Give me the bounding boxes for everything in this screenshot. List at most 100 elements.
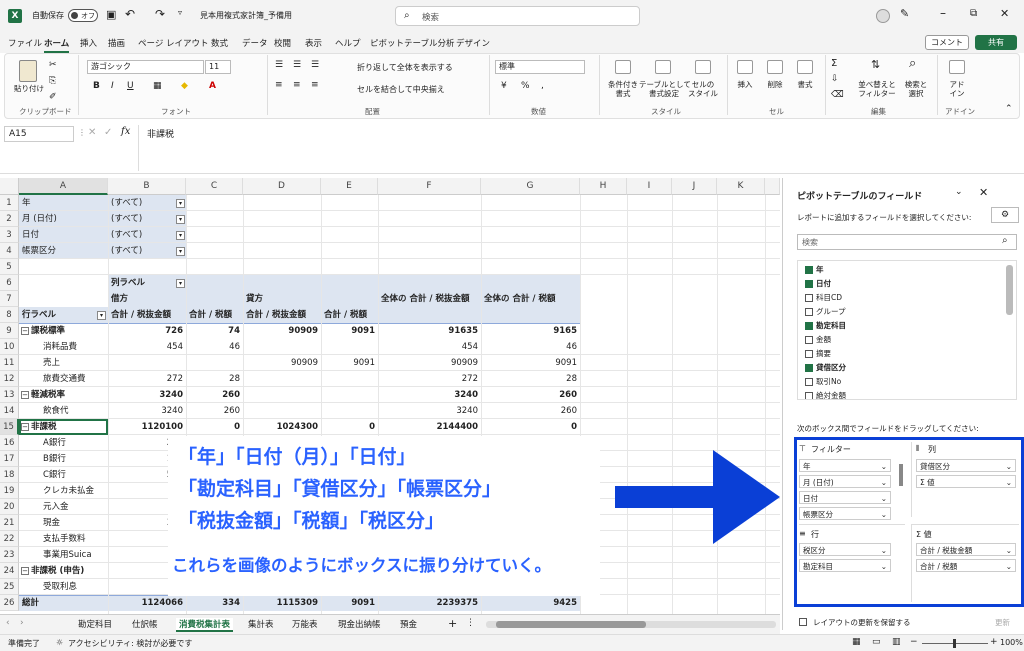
row-header[interactable]: 24 <box>0 563 19 579</box>
conditional-format-icon[interactable] <box>615 60 631 74</box>
cell-f15[interactable]: 2144400 <box>378 419 481 435</box>
area-item[interactable]: 日付 ⌄ <box>799 491 891 504</box>
autosum-icon[interactable]: Σ <box>831 58 837 69</box>
col-label-dropdown[interactable]: ▾ <box>176 279 185 288</box>
row-header[interactable]: 6 <box>0 275 19 291</box>
row-label-dropdown[interactable]: ▾ <box>97 311 106 320</box>
sheet-tab[interactable]: 万能表 <box>292 618 318 630</box>
defer-update-checkbox[interactable] <box>799 618 807 626</box>
insert-cells-icon[interactable] <box>737 60 753 74</box>
function-icon[interactable]: fx <box>121 126 130 137</box>
field-list-scrollbar[interactable] <box>1006 265 1013 315</box>
add-sheet-icon[interactable]: + <box>448 617 457 630</box>
cell-b6[interactable]: 列ラベル <box>108 275 186 291</box>
close-icon[interactable]: ✕ <box>1000 7 1009 20</box>
avatar[interactable] <box>876 9 890 23</box>
cell-f13[interactable]: 3240 <box>378 387 481 403</box>
cell-c12[interactable]: 28 <box>186 371 243 387</box>
cell-b10[interactable]: 454 <box>108 339 186 355</box>
row-area[interactable]: ≡ 行 税区分 ⌄ 勘定科目 ⌄ <box>799 524 905 602</box>
area-item[interactable]: 月 (日付) ⌄ <box>799 475 891 488</box>
cell-c13[interactable]: 260 <box>186 387 243 403</box>
cell-b13[interactable]: 3240 <box>108 387 186 403</box>
format-cells-icon[interactable] <box>797 60 813 74</box>
row-header[interactable]: 11 <box>0 355 19 371</box>
cell-g12[interactable]: 28 <box>481 371 580 387</box>
cell-e26[interactable]: 9091 <box>321 595 378 611</box>
underline-button[interactable]: U <box>127 81 134 91</box>
copy-icon[interactable]: ⎘ <box>49 76 56 86</box>
zoom-out-icon[interactable]: − <box>910 637 918 647</box>
undo-icon[interactable]: ↶ <box>125 7 135 21</box>
cell-d11[interactable]: 90909 <box>243 355 321 371</box>
cell-b2[interactable]: (すべて) <box>108 211 186 227</box>
file-name[interactable]: 見本用複式家計簿_予備用 <box>200 10 292 21</box>
area-item[interactable]: 帳票区分 ⌄ <box>799 507 891 520</box>
cell-d8[interactable]: 合計 / 税抜金額 <box>243 307 321 323</box>
field-item[interactable]: 取引No <box>805 375 841 389</box>
sheet-tab[interactable]: 現金出納帳 <box>338 618 381 630</box>
cell-a19[interactable]: クレカ未払金 <box>19 483 108 499</box>
zoom-level[interactable]: 100% <box>1000 638 1023 647</box>
cell-a10[interactable]: 消耗品費 <box>19 339 108 355</box>
field-item[interactable]: 摘要 <box>805 347 831 361</box>
field-search[interactable]: 検索 ⌕ <box>797 234 1017 250</box>
field-checkbox[interactable] <box>805 364 813 372</box>
area-item[interactable]: 税区分 ⌄ <box>799 543 891 556</box>
selected-cell[interactable] <box>19 419 108 435</box>
cell-f10[interactable]: 454 <box>378 339 481 355</box>
font-name-select[interactable]: 游ゴシック <box>87 60 204 74</box>
cell-a24[interactable]: 非課税 (申告) <box>19 563 108 579</box>
comment-button[interactable]: コメント <box>925 35 969 50</box>
row-header[interactable]: 12 <box>0 371 19 387</box>
cell-e8[interactable]: 合計 / 税額 <box>321 307 378 323</box>
copilot-icon[interactable]: ✎ <box>900 7 909 20</box>
cell-c15[interactable]: 0 <box>186 419 243 435</box>
filter-dropdown-month[interactable]: ▾ <box>176 215 185 224</box>
spreadsheet-grid[interactable]: A B C D E F G H I J K 1 2 3 4 5 6 7 8 9 10 11 12 13 1… <box>0 178 780 614</box>
chevron-down-icon[interactable]: ⌄ <box>1006 560 1012 573</box>
name-box[interactable]: A15 <box>4 126 74 142</box>
field-checkbox[interactable] <box>805 392 813 399</box>
cell-d7[interactable]: 貸方 <box>243 291 321 307</box>
area-item[interactable]: 合計 / 税抜金額 ⌄ <box>916 543 1016 556</box>
col-header-c[interactable]: C <box>186 178 243 195</box>
cell-b8[interactable]: 合計 / 税抜金額 <box>108 307 186 323</box>
align-bottom-icon[interactable]: ☰ <box>311 60 319 70</box>
update-button[interactable]: 更新 <box>995 617 1010 628</box>
cell-a1[interactable]: 年 <box>19 195 108 211</box>
cell-f12[interactable]: 272 <box>378 371 481 387</box>
pane-options-icon[interactable]: ⌄ <box>955 187 963 197</box>
row-header[interactable]: 2 <box>0 211 19 227</box>
field-item[interactable]: 勘定科目 <box>805 319 846 333</box>
row-header[interactable]: 8 <box>0 307 19 323</box>
row-header[interactable]: 19 <box>0 483 19 499</box>
cell-a3[interactable]: 日付 <box>19 227 108 243</box>
cell-a26[interactable]: 総計 <box>19 595 108 611</box>
area-item[interactable]: Σ 値 ⌄ <box>916 475 1016 488</box>
row-header[interactable]: 10 <box>0 339 19 355</box>
cell-f7[interactable]: 全体の 合計 / 税抜金額 <box>378 291 481 307</box>
cell-f14[interactable]: 3240 <box>378 403 481 419</box>
cell-g14[interactable]: 260 <box>481 403 580 419</box>
restore-icon[interactable]: ⧉ <box>970 8 977 19</box>
col-header-l[interactable] <box>765 178 780 195</box>
area-item[interactable]: 勘定科目 ⌄ <box>799 559 891 572</box>
col-header-a[interactable]: A <box>19 178 108 195</box>
col-header-f[interactable]: F <box>378 178 481 195</box>
cell-a12[interactable]: 旅費交通費 <box>19 371 108 387</box>
chevron-down-icon[interactable]: ⌄ <box>881 560 887 573</box>
chevron-down-icon[interactable]: ⌄ <box>881 492 887 505</box>
cell-e11[interactable]: 9091 <box>321 355 378 371</box>
tab-draw[interactable]: 描画 <box>108 37 125 49</box>
italic-button[interactable]: I <box>111 81 114 91</box>
sheet-tab[interactable]: 勘定科目 <box>78 618 112 630</box>
align-left-icon[interactable]: ≡ <box>275 80 283 90</box>
cell-f11[interactable]: 90909 <box>378 355 481 371</box>
col-header-b[interactable]: B <box>108 178 186 195</box>
zoom-in-icon[interactable]: + <box>990 637 998 647</box>
row-header[interactable]: 13 <box>0 387 19 403</box>
collapse-icon[interactable]: − <box>21 391 29 399</box>
row-header[interactable]: 21 <box>0 515 19 531</box>
col-header-k[interactable]: K <box>717 178 765 195</box>
